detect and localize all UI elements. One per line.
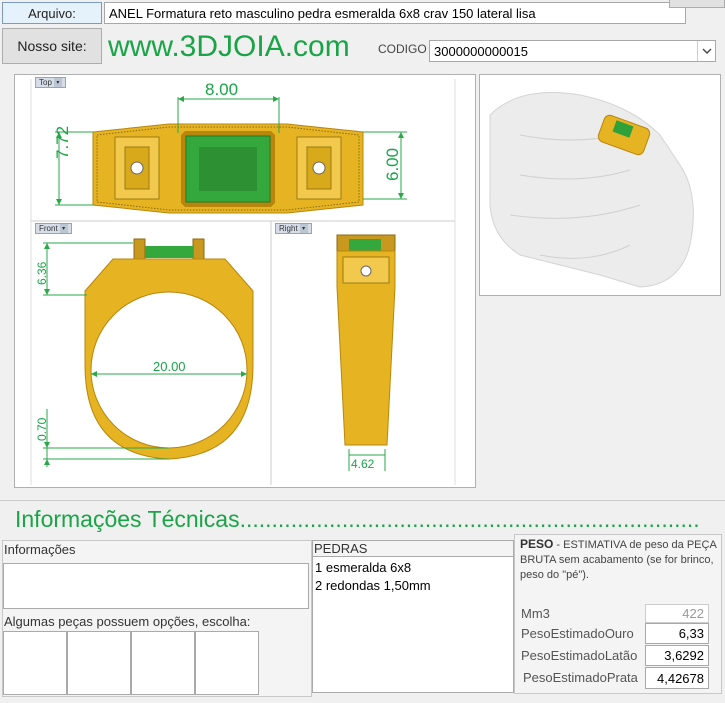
peso-latao-field[interactable]: 3,6292	[645, 645, 709, 666]
dim-right-width: 4.62	[351, 457, 375, 471]
right-view	[336, 234, 396, 471]
arquivo-button[interactable]: Arquivo:	[2, 2, 102, 24]
view-tab-top-label: Top	[39, 77, 52, 87]
dim-top-width: 8.00	[205, 80, 239, 99]
peso-description: PESO - ESTIMATIVA de peso da PEÇA BRUTA …	[520, 537, 718, 583]
dim-top-height-right: 6.00	[383, 147, 402, 181]
mm3-label: Mm3	[521, 606, 550, 621]
view-tab-top[interactable]: Top ▾	[35, 77, 66, 88]
top-right-button[interactable]	[669, 0, 725, 8]
peso-prata-field[interactable]: 4,42678	[645, 667, 709, 689]
technical-drawing-panel: Top ▾ Front ▾ Right ▾ 8.00 7.72 6.00 6.36 2…	[14, 74, 476, 488]
peso-ouro-field[interactable]: 6,33	[645, 623, 709, 644]
peso-ouro-value: 6,33	[678, 626, 704, 641]
peso-prata-label: PesoEstimadoPrata	[523, 670, 638, 685]
site-url[interactable]: www.3DJOIA.com	[108, 30, 350, 64]
dim-top-height-left: 7.72	[53, 125, 72, 159]
ring-drawing	[30, 79, 456, 485]
dim-front-height: 6.36	[35, 261, 49, 285]
peso-title: PESO	[520, 537, 554, 551]
dim-front-bottom: 0.70	[35, 417, 49, 441]
view-tab-right[interactable]: Right ▾	[275, 223, 312, 234]
view-tab-right-label: Right	[279, 223, 298, 233]
arquivo-label: Arquivo:	[28, 5, 76, 21]
pedra-item: 1 esmeralda 6x8	[315, 560, 412, 575]
option-box[interactable]	[195, 631, 259, 695]
front-view	[43, 238, 254, 467]
view-tab-front[interactable]: Front ▾	[35, 223, 72, 234]
informacoes-label: Informações	[4, 542, 76, 557]
info-title: Informações Técnicas....................…	[15, 506, 720, 533]
chevron-down-icon: ▾	[59, 224, 68, 233]
option-box[interactable]	[3, 631, 67, 695]
opcoes-label: Algumas peças possuem opções, escolha:	[4, 614, 251, 629]
chevron-down-icon: ▾	[53, 78, 62, 87]
peso-ouro-label: PesoEstimadoOuro	[521, 626, 634, 641]
codigo-value: 3000000000015	[434, 43, 528, 59]
chevron-down-icon[interactable]	[697, 41, 715, 61]
info-title-dots: ........................................…	[239, 506, 700, 532]
chevron-down-icon: ▾	[299, 224, 308, 233]
pedra-item: 2 redondas 1,50mm	[315, 578, 431, 593]
pedras-label: PEDRAS	[314, 541, 368, 556]
mm3-value: 422	[682, 606, 704, 621]
mm3-field[interactable]: 422	[645, 604, 709, 623]
codigo-label: CODIGO	[378, 42, 427, 56]
top-view	[55, 96, 407, 214]
informacoes-field[interactable]	[3, 563, 309, 609]
dim-front-diameter: 20.00	[153, 359, 186, 374]
codigo-select[interactable]: 3000000000015	[429, 40, 716, 62]
peso-latao-label: PesoEstimadoLatão	[521, 648, 638, 663]
arquivo-field[interactable]: ANEL Formatura reto masculino pedra esme…	[104, 2, 686, 24]
site-button[interactable]: Nosso site:	[2, 28, 102, 64]
hand-photo	[479, 74, 721, 296]
option-box[interactable]	[131, 631, 195, 695]
peso-latao-value: 3,6292	[664, 648, 704, 663]
peso-prata-value: 4,42678	[657, 670, 704, 686]
option-box[interactable]	[67, 631, 131, 695]
view-tab-front-label: Front	[39, 223, 58, 233]
arquivo-value: ANEL Formatura reto masculino pedra esme…	[109, 5, 536, 21]
info-title-text: Informações Técnicas	[15, 506, 240, 532]
site-button-label: Nosso site:	[17, 38, 87, 54]
